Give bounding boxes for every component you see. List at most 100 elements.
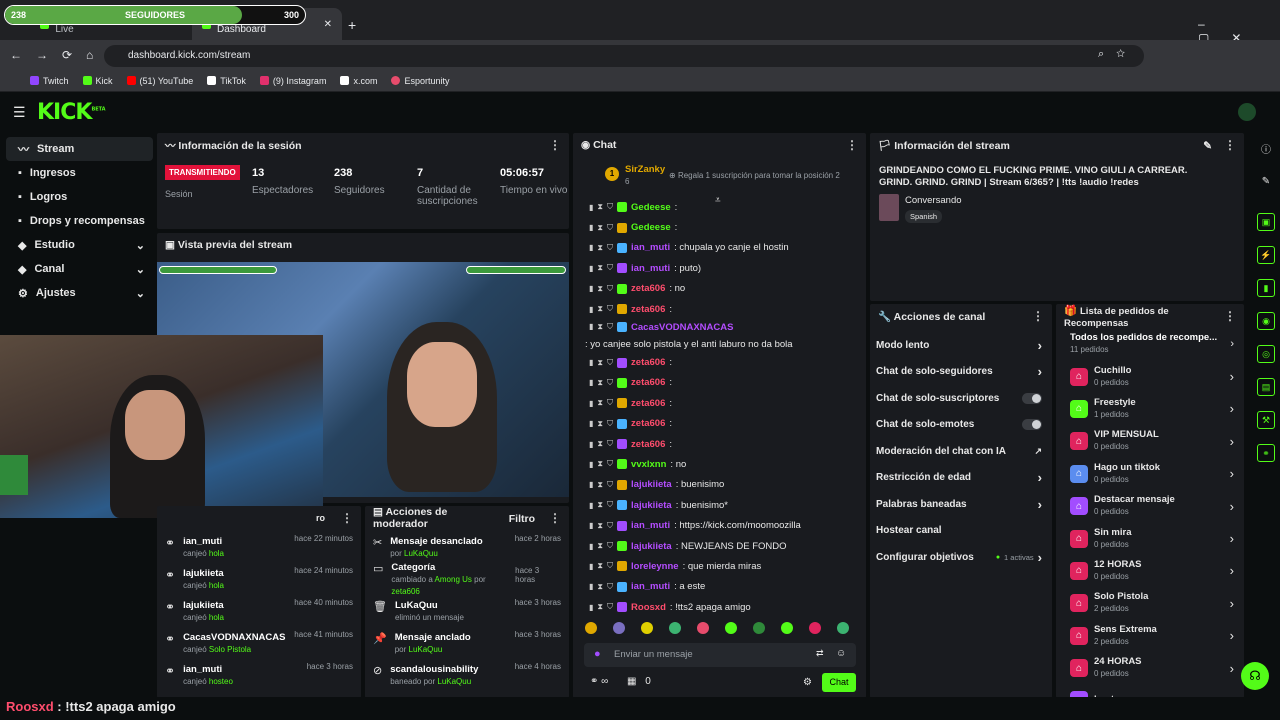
chat-username[interactable]: zeta606 — [631, 304, 665, 315]
reward-all-item[interactable]: Todos los pedidos de recompe... 11 pedido… — [1056, 328, 1244, 360]
chat-username[interactable]: zeta606 — [631, 377, 665, 388]
toggle-switch[interactable] — [1022, 392, 1042, 404]
channel-action-7[interactable]: Hostear canal — [870, 518, 1052, 545]
shield-icon[interactable]: ⛉ — [607, 459, 613, 469]
chat-username[interactable]: vvxlxnn — [631, 459, 666, 470]
timeout-icon[interactable]: ⧗ — [597, 541, 603, 551]
reward-item[interactable]: ⌂ 12 HORAS 0 pedidos › — [1056, 555, 1244, 587]
shield-icon[interactable]: ⛉ — [607, 322, 613, 332]
timeout-icon[interactable]: ⧗ — [597, 561, 603, 571]
widget-5-icon[interactable]: ◎ — [1257, 345, 1275, 363]
reward-item[interactable]: ⌂hostes› — [1056, 684, 1244, 698]
chat-username[interactable]: ian_muti — [631, 520, 670, 531]
emote-icon[interactable] — [697, 622, 709, 634]
emoji-icon[interactable]: ☺ — [836, 648, 846, 659]
reward-item[interactable]: ⌂ Cuchillo 0 pedidos › — [1056, 360, 1244, 392]
translate-icon[interactable]: ⇄ — [816, 648, 824, 659]
delete-message-icon[interactable]: ▮ — [589, 460, 593, 469]
mod-action-row[interactable]: 🗑 LuKaQuu eliminó un mensaje hace 3 horas — [365, 596, 569, 628]
browser-actions[interactable]: ⌕☆ — [1098, 48, 1137, 61]
timeout-icon[interactable]: ⧗ — [597, 500, 603, 510]
close-tab-icon[interactable]: ✕ — [324, 19, 332, 30]
reward-item[interactable]: ⌂ Sens Extrema 2 pedidos › — [1056, 620, 1244, 652]
shield-icon[interactable]: ⛉ — [607, 582, 613, 592]
sidebar-item-stream[interactable]: 〰 Stream — [6, 137, 153, 161]
shield-icon[interactable]: ⛉ — [607, 500, 613, 510]
channel-action-3[interactable]: Chat de solo-emotes — [870, 412, 1052, 439]
chat-username[interactable]: lajukiieta — [631, 500, 672, 511]
chat-message[interactable]: ▮ ⧗ ⛉ loreleynne: que mierda miras — [573, 556, 866, 576]
delete-message-icon[interactable]: ▮ — [589, 562, 593, 571]
chat-username[interactable]: Roosxd — [631, 602, 666, 613]
shield-icon[interactable]: ⛉ — [607, 263, 613, 273]
emote-icon[interactable] — [781, 622, 793, 634]
emote-icon[interactable] — [809, 622, 821, 634]
chat-message[interactable]: ▮ ⧗ ⛉ Gedeese: — [573, 217, 866, 237]
delete-message-icon[interactable]: ▮ — [589, 399, 593, 408]
widget-2-icon[interactable]: ⚡ — [1257, 246, 1275, 264]
reward-item[interactable]: ⌂ Destacar mensaje 0 pedidos › — [1056, 490, 1244, 522]
nav-buttons[interactable]: ←→⟳⌂ — [10, 48, 107, 62]
channel-action-4[interactable]: Moderación del chat con IA ↗ — [870, 438, 1052, 465]
more-icon[interactable]: ⋮ — [1224, 309, 1236, 323]
channel-action-0[interactable]: Modo lento › — [870, 332, 1052, 359]
bookmark-youtube[interactable]: (51) YouTube — [126, 76, 193, 86]
bookmark-x[interactable]: x.com — [340, 76, 377, 86]
reward-item[interactable]: ⌂ Hago un tiktok 0 pedidos › — [1056, 458, 1244, 490]
reward-item[interactable]: ⌂ 24 HORAS 0 pedidos › — [1056, 652, 1244, 684]
timeout-icon[interactable]: ⧗ — [597, 459, 603, 469]
chat-username[interactable]: CacasVODNAXNACAS — [631, 322, 733, 333]
chat-username[interactable]: zeta606 — [631, 283, 665, 294]
delete-message-icon[interactable]: ▮ — [589, 582, 593, 591]
shield-icon[interactable]: ⛉ — [607, 439, 613, 449]
chat-username[interactable]: Gedeese — [631, 222, 671, 233]
shield-icon[interactable]: ⛉ — [607, 304, 613, 314]
chat-username[interactable]: ian_muti — [631, 581, 670, 592]
send-chat-button[interactable]: Chat — [822, 673, 856, 692]
timeout-icon[interactable]: ⧗ — [597, 243, 603, 253]
widget-4-icon[interactable]: ◉ — [1257, 312, 1275, 330]
mic-icon[interactable]: ● — [594, 648, 601, 660]
shield-icon[interactable]: ⛉ — [607, 358, 613, 368]
chat-message[interactable]: ▮ ⧗ ⛉ zeta606: — [573, 414, 866, 434]
chat-message[interactable]: ▮ ⧗ ⛉ CacasVODNAXNACAS: yo canjee solo pist… — [573, 319, 866, 352]
shield-icon[interactable]: ⛉ — [607, 284, 613, 294]
chat-username[interactable]: zeta606 — [631, 418, 665, 429]
sidebar-item-drops[interactable]: ▪ Drops y recompensas — [6, 209, 153, 233]
more-icon[interactable]: ⋮ — [1224, 138, 1236, 152]
shield-icon[interactable]: ⛉ — [607, 521, 613, 531]
timeout-icon[interactable]: ⧗ — [597, 398, 603, 408]
delete-message-icon[interactable]: ▮ — [589, 305, 593, 314]
edit-layout-icon[interactable]: ✎ — [1252, 156, 1280, 187]
timeout-icon[interactable]: ⧗ — [597, 378, 603, 388]
chat-message[interactable]: ▮ ⧗ ⛉ zeta606: — [573, 352, 866, 372]
emote-icon[interactable] — [585, 622, 597, 634]
chat-message[interactable]: ▮ ⧗ ⛉ zeta606: — [573, 299, 866, 319]
emote-bar[interactable] — [585, 622, 855, 640]
widget-7-icon[interactable]: ⚒ — [1257, 411, 1275, 429]
sidebar-item-canal[interactable]: ◆ Canal ⌄ — [6, 257, 153, 281]
shield-icon[interactable]: ⛉ — [607, 419, 613, 429]
delete-message-icon[interactable]: ▮ — [589, 480, 593, 489]
chat-input[interactable]: ● Enviar un mensaje ⇄ ☺ — [584, 643, 856, 667]
shield-icon[interactable]: ⛉ — [607, 202, 613, 212]
chat-message[interactable]: ▮ ⧗ ⛉ lajukiieta: buenisimo* — [573, 495, 866, 515]
channel-action-2[interactable]: Chat de solo-suscriptores — [870, 385, 1052, 412]
channel-action-1[interactable]: Chat de solo-seguidores › — [870, 359, 1052, 386]
redemption-row[interactable]: ⚭ ian_muti canjeó hosteo hace 3 horas — [157, 660, 361, 692]
more-icon[interactable]: ⋮ — [341, 511, 353, 525]
chat-username[interactable]: ian_muti — [631, 263, 670, 274]
filter-button[interactable]: Filtro — [509, 513, 535, 525]
avatar[interactable] — [1238, 103, 1256, 121]
delete-message-icon[interactable]: ▮ — [589, 603, 593, 612]
new-tab-icon[interactable]: + — [348, 17, 356, 33]
emote-icon[interactable] — [669, 622, 681, 634]
sidebar-item-logros[interactable]: ▪ Logros — [6, 185, 153, 209]
redemption-row[interactable]: ⚭ lajukiieta canjeó hola hace 40 minutos — [157, 596, 361, 628]
sidebar-item-ingresos[interactable]: ▪ Ingresos — [6, 161, 153, 185]
more-icon[interactable]: ⋮ — [549, 511, 561, 525]
delete-message-icon[interactable]: ▮ — [589, 501, 593, 510]
chat-message[interactable]: ▮ ⧗ ⛉ ian_muti: https://kick.com/moomoozill… — [573, 515, 866, 535]
bookmark-esportunity[interactable]: Esportunity — [391, 76, 450, 86]
menu-icon[interactable]: ☰ — [13, 104, 26, 121]
